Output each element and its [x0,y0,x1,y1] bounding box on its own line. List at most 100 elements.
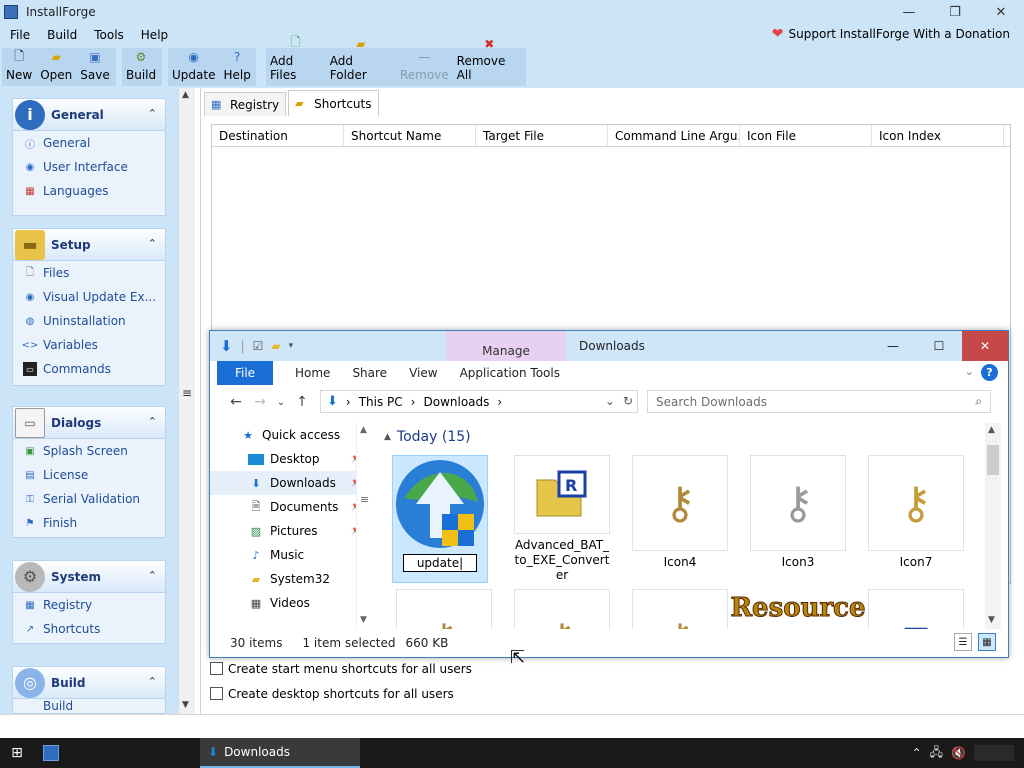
explorer-maximize-button[interactable]: ☐ [916,331,962,361]
forward-icon[interactable]: → [248,394,272,410]
sidebar-group-header[interactable]: ▬ Setup ⌃ [13,229,165,261]
back-icon[interactable]: ← [224,394,248,410]
build-button[interactable]: ⚙ Build [122,48,160,86]
details-view-icon[interactable]: ☰ [954,633,972,651]
column-command-line[interactable]: Command Line Argu... [608,125,740,146]
menu-tools[interactable]: Tools [87,28,131,42]
sidebar-item-user-interface[interactable]: ◉ User Interface [13,155,165,179]
ribbon-file-tab[interactable]: File [217,361,273,385]
sidebar-item-uninstallation[interactable]: ◍ Uninstallation [13,309,165,333]
chevron-up-icon[interactable]: ⌃ [148,107,157,120]
search-input[interactable]: Search Downloads ⌕ [647,390,991,413]
update-button[interactable]: ◉ Update [168,48,219,86]
chevron-up-icon[interactable]: ⌃ [148,415,157,428]
start-menu-checkbox[interactable]: Create start menu shortcuts for all user… [210,656,472,681]
manage-context-tab[interactable]: Manage [446,331,566,361]
nav-pictures[interactable]: ▨Pictures📌 [210,519,371,543]
sidebar-item-general[interactable]: ⓘ General [13,131,165,155]
address-bar[interactable]: ⬇ › This PC › Downloads › ⌄ ↻ [320,390,638,413]
nav-quick-access[interactable]: ★ Quick access [210,423,371,447]
column-shortcut-name[interactable]: Shortcut Name [344,125,476,146]
sidebar-group-header[interactable]: i General ⌃ [13,99,165,131]
file-view-scrollbar[interactable]: ▲ ▼ [985,423,1001,629]
group-header[interactable]: ▲ Today (15) [384,429,471,445]
sidebar-group-header[interactable]: ⚙ System ⌃ [13,561,165,593]
new-button[interactable]: 🗋 New [2,48,36,86]
sidebar-item-shortcuts[interactable]: ↗ Shortcuts [13,617,165,641]
scroll-down-icon[interactable]: ▼ [182,700,189,710]
desktop-checkbox[interactable]: Create desktop shortcuts for all users [210,681,472,706]
sidebar-item-registry[interactable]: ▦ Registry [13,593,165,617]
scroll-down-icon[interactable]: ▼ [988,615,995,625]
nav-videos[interactable]: ▦ Videos [210,591,371,615]
qa-dropdown-icon[interactable]: ▾ [289,341,294,351]
remove-all-button[interactable]: ✖ Remove All [453,37,526,86]
ribbon-tab-share[interactable]: Share [352,366,387,380]
column-icon-file[interactable]: Icon File [740,125,872,146]
add-files-button[interactable]: 🗋 Add Files [266,35,326,86]
scroll-down-icon[interactable]: ▼ [360,615,367,625]
file-tile-update[interactable]: update | [392,455,488,583]
minimize-button[interactable]: — [886,0,932,24]
column-icon-index[interactable]: Icon Index [872,125,1004,146]
ribbon-tab-home[interactable]: Home [295,366,330,380]
explorer-minimize-button[interactable]: — [870,331,916,361]
file-tile-icon7[interactable]: ⚷ Icon7 [868,455,964,583]
taskbar-installforge[interactable] [34,738,68,768]
address-dropdown-icon[interactable]: ⌄ [605,394,615,408]
rename-input[interactable]: update | [403,554,477,572]
up-icon[interactable]: ↑ [290,394,314,410]
refresh-icon[interactable]: ↻ [623,394,633,408]
properties-icon[interactable]: ☑ [253,339,264,353]
file-tile-advanced-bat[interactable]: R Advanced_BAT_to_EXE_Converter [514,455,610,583]
sidebar-item-languages[interactable]: ▦ Languages [13,179,165,203]
sidebar-item-build[interactable]: Build [13,699,165,713]
column-target-file[interactable]: Target File [476,125,608,146]
sidebar-item-visual-update[interactable]: ◉ Visual Update Ex... [13,285,165,309]
scroll-up-icon[interactable]: ▲ [360,425,367,435]
help-button[interactable]: ? Help [219,48,254,86]
breadcrumb-this-pc[interactable]: This PC [359,395,403,409]
arrow-down-icon[interactable]: ⬇ [220,337,233,355]
file-tile-partial[interactable]: ⚷ [396,589,492,629]
open-button[interactable]: ▰ Open [36,48,76,86]
scroll-up-icon[interactable]: ▲ [988,425,995,435]
sidebar-group-header[interactable]: ▭ Dialogs ⌃ [13,407,165,439]
sidebar-item-serial-validation[interactable]: ⚿ Serial Validation [13,487,165,511]
nav-desktop[interactable]: Desktop📌 [210,447,371,471]
file-tile-icon4[interactable]: ⚷ Icon4 [632,455,728,583]
file-tile-partial[interactable]: ⚷ [514,589,610,629]
nav-music[interactable]: ♪ Music [210,543,371,567]
chevron-up-icon[interactable]: ⌃ [148,237,157,250]
nav-downloads[interactable]: ⬇Downloads📌 [210,471,371,495]
sidebar-item-splash-screen[interactable]: ▣ Splash Screen [13,439,165,463]
scroll-up-icon[interactable]: ▲ [182,90,189,100]
file-tile-icon3[interactable]: ⚷ Icon3 [750,455,846,583]
sidebar-group-header[interactable]: ◎ Build ⌃ [13,667,165,699]
sidebar-item-variables[interactable]: <> Variables [13,333,165,357]
menu-build[interactable]: Build [40,28,84,42]
tab-registry[interactable]: ▦ Registry [204,92,287,116]
save-button[interactable]: ▣ Save [76,48,113,86]
checkbox-box[interactable] [210,687,223,700]
remove-button[interactable]: — Remove [396,48,453,86]
checkbox-box[interactable] [210,662,223,675]
large-icons-view-icon[interactable]: ▦ [978,633,996,651]
column-destination[interactable]: Destination [212,125,344,146]
ribbon-tab-application-tools[interactable]: Application Tools [460,366,560,380]
breadcrumb-downloads[interactable]: Downloads [423,395,489,409]
nav-system32[interactable]: ▰ System32 [210,567,371,591]
donate-link[interactable]: ❤ Support InstallForge With a Donation [772,26,1010,42]
sidebar-scrollbar[interactable]: ▲ ▼ [178,88,195,714]
chevron-up-icon[interactable]: ⌃ [148,675,157,688]
file-tile-resource[interactable]: Resource [730,589,866,629]
explorer-close-button[interactable]: ✕ [962,331,1008,361]
menu-help[interactable]: Help [134,28,175,42]
tray-chevron-icon[interactable]: ⌃ [912,746,922,760]
splitter-handle-icon[interactable]: ≡ [182,386,192,400]
clock-area[interactable] [974,745,1014,761]
sidebar-item-files[interactable]: 🗋 Files [13,261,165,285]
nav-documents[interactable]: 🗎Documents📌 [210,495,371,519]
chevron-up-icon[interactable]: ⌃ [148,569,157,582]
file-tile-partial[interactable]: ▣ [868,589,964,629]
